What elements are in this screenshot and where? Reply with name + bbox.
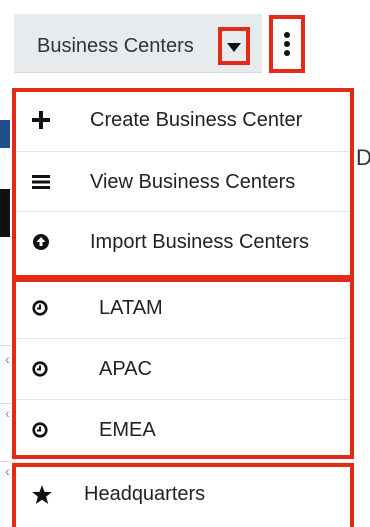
caret-down-icon (227, 43, 241, 52)
background-tab-fragment (0, 120, 10, 148)
background-list-fragment: ‹ ‹ ‹ (0, 345, 12, 515)
vertical-ellipsis-icon (284, 32, 290, 56)
business-centers-tab[interactable]: Business Centers (37, 34, 194, 58)
actions-menu-button[interactable] (269, 15, 305, 73)
background-tab-fragment (0, 189, 10, 237)
recent-group-highlight (12, 278, 354, 459)
module-caret-button[interactable] (218, 27, 250, 65)
background-text-fragment: D (356, 145, 370, 170)
actions-group-highlight (12, 88, 354, 279)
favorites-group-highlight (12, 463, 354, 527)
